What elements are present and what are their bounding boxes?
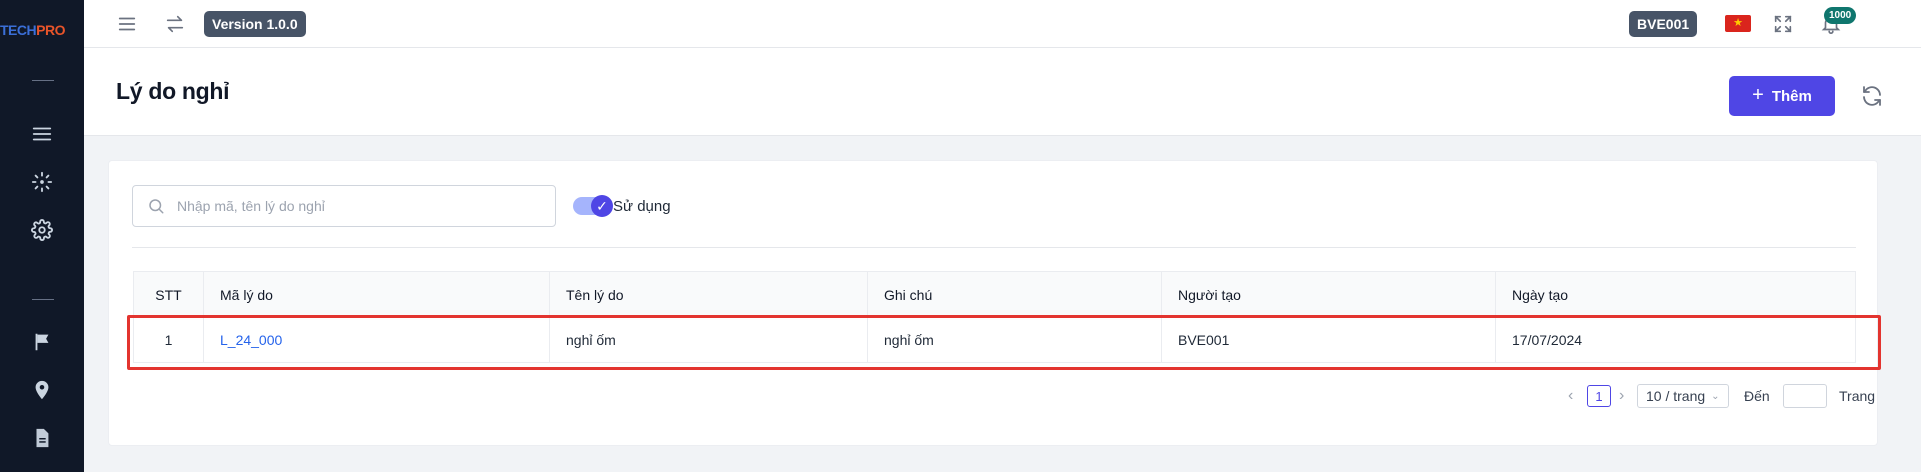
pagination-next-wrap: › xyxy=(1619,384,1624,408)
column-header-stt[interactable]: STT xyxy=(134,272,204,317)
fullscreen-icon[interactable] xyxy=(1772,13,1794,35)
column-header-code[interactable]: Mã lý do xyxy=(204,272,550,317)
sidebar: TECHPRO xyxy=(0,0,84,472)
add-button-label: Thêm xyxy=(1771,87,1812,105)
plus-icon: + xyxy=(1752,84,1764,106)
swap-arrows-icon[interactable] xyxy=(164,13,186,35)
prev-page-icon[interactable]: ‹ xyxy=(1568,387,1573,405)
hamburger-icon[interactable] xyxy=(116,13,138,35)
vietnam-flag-icon[interactable]: ★ xyxy=(1725,15,1751,32)
version-badge: Version 1.0.0 xyxy=(204,11,306,37)
content-card: ✓ Sử dụng STT Mã lý do Tên lý do Ghi chú… xyxy=(108,160,1878,446)
location-pin-icon[interactable] xyxy=(30,378,54,402)
table-header: STT Mã lý do Tên lý do Ghi chú Người tạo… xyxy=(133,271,1856,317)
logo: TECHPRO xyxy=(0,22,84,38)
next-page-icon[interactable]: › xyxy=(1619,387,1624,405)
page-number-button[interactable]: 1 xyxy=(1587,385,1611,407)
gear-icon[interactable] xyxy=(30,218,54,242)
column-header-created-date[interactable]: Ngày tạo xyxy=(1496,272,1855,317)
menu-icon[interactable] xyxy=(30,122,54,146)
page-header: Lý do nghỉ + Thêm xyxy=(84,48,1921,136)
logo-text-pro: PRO xyxy=(36,22,65,38)
refresh-icon[interactable] xyxy=(1860,84,1886,110)
logo-text-tech: TECH xyxy=(0,22,37,38)
top-bar: Version 1.0.0 BVE001 ★ 1000 xyxy=(84,0,1921,48)
sidebar-divider xyxy=(32,299,54,300)
page-title: Lý do nghỉ xyxy=(116,78,230,104)
reasons-table: STT Mã lý do Tên lý do Ghi chú Người tạo… xyxy=(133,271,1856,363)
chevron-down-icon: ⌄ xyxy=(1711,390,1720,402)
cell-created-date: 17/07/2024 xyxy=(1512,331,1583,348)
search-input[interactable] xyxy=(177,198,537,214)
goto-label-wrap: Đến xyxy=(1744,384,1770,408)
page-size-select[interactable]: 10 / trang ⌄ xyxy=(1637,384,1729,408)
cell-note: nghỉ ốm xyxy=(868,317,1162,362)
sidebar-divider xyxy=(32,80,54,81)
search-box[interactable] xyxy=(132,185,556,227)
search-icon xyxy=(149,199,164,214)
goto-page-input[interactable] xyxy=(1783,384,1827,408)
cell-name: nghỉ ốm xyxy=(550,317,868,362)
cell-stt: 1 xyxy=(134,317,204,362)
column-header-name[interactable]: Tên lý do xyxy=(550,272,868,317)
pagination: ‹ xyxy=(1568,384,1573,408)
scan-icon[interactable] xyxy=(30,170,54,194)
divider xyxy=(132,247,1856,248)
user-code-badge[interactable]: BVE001 xyxy=(1629,11,1698,37)
column-header-note[interactable]: Ghi chú xyxy=(868,272,1162,317)
reason-code-link[interactable]: L_24_000 xyxy=(220,332,282,348)
column-header-creator[interactable]: Người tạo xyxy=(1162,272,1496,317)
page-label: Trang xyxy=(1839,388,1876,404)
goto-label: Đến xyxy=(1744,388,1770,404)
table-row[interactable]: 1 L_24_000 nghỉ ốm nghỉ ốm BVE001 17/07/… xyxy=(133,317,1856,363)
page-size-wrap: 10 / trang ⌄ xyxy=(1637,384,1729,408)
page-size-value: 10 / trang xyxy=(1646,388,1706,404)
goto-input-wrap xyxy=(1783,384,1827,408)
notification-count-badge: 1000 xyxy=(1824,7,1857,24)
pagination-current-wrap: 1 xyxy=(1587,384,1611,408)
document-icon[interactable] xyxy=(30,426,54,450)
cell-code: L_24_000 xyxy=(204,317,550,362)
cell-creator: BVE001 xyxy=(1162,317,1496,362)
add-button[interactable]: + Thêm xyxy=(1729,76,1835,116)
flag-star: ★ xyxy=(1733,17,1743,29)
page-label-wrap: Trang xyxy=(1839,384,1875,408)
active-toggle[interactable]: ✓ xyxy=(573,195,613,217)
toggle-label: Sử dụng xyxy=(613,198,671,215)
flag-icon[interactable] xyxy=(30,330,54,354)
checkmark-icon: ✓ xyxy=(591,195,613,217)
